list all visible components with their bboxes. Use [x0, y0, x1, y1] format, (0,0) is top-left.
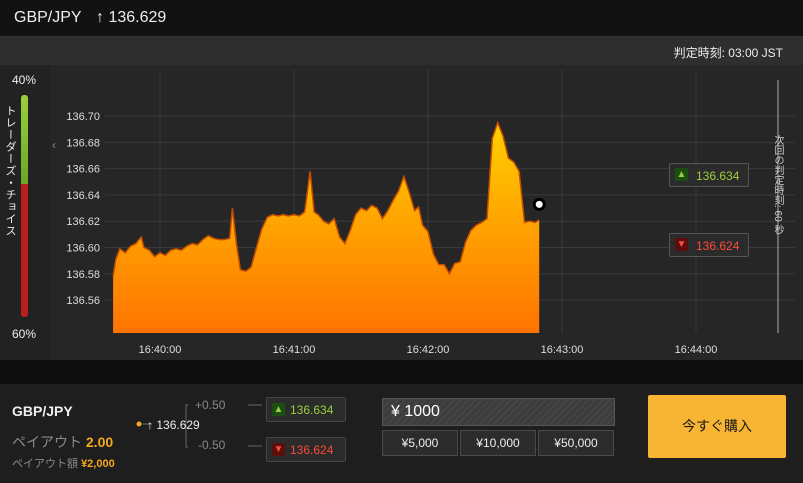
sentiment-top-pct: 40% — [12, 73, 37, 87]
y-tick-label: 136.70 — [66, 111, 100, 123]
current-price-marker — [532, 197, 546, 211]
asset-pair-title: GBP/JPY — [14, 9, 82, 26]
x-tick-label: 16:44:00 — [675, 344, 718, 356]
trade-asset-pair: GBP/JPY — [12, 403, 73, 419]
chart-call-button[interactable]: ▲ 136.634 — [669, 163, 749, 187]
arrow-down-icon: ▼ — [272, 443, 285, 456]
expiry-bar: 判定時刻: 03:00 JST — [0, 37, 803, 65]
sentiment-label: トレーダーズ・チョイス — [4, 105, 16, 237]
arrow-up-icon: ▲ — [675, 168, 688, 181]
buy-now-button[interactable]: 今すぐ購入 — [648, 395, 786, 458]
arrow-up-small-icon: ↑ — [147, 418, 157, 432]
arrow-down-icon: ▼ — [675, 238, 688, 251]
divider-strip — [0, 360, 803, 384]
traders-choice-panel: 40% トレーダーズ・チョイス 60% — [0, 65, 50, 360]
price-chart-panel: 136.70 136.68 136.66 136.64 136.62 136.60 136.… — [0, 65, 803, 360]
y-tick-label: 136.66 — [66, 164, 100, 176]
arrow-up-icon: ▲ — [272, 403, 285, 416]
payout-amount-label: ペイアウト額 — [12, 458, 78, 470]
chart-put-button[interactable]: ▼ 136.624 — [669, 233, 749, 257]
payout-value: 2.00 — [85, 434, 114, 450]
header-bar: GBP/JPY ↑ 136.629 — [0, 0, 803, 37]
x-tick-label: 16:42:00 — [407, 344, 450, 356]
chart-call-rate: 136.634 — [696, 169, 740, 183]
sentiment-bar — [21, 95, 28, 317]
x-tick-label: 16:43:00 — [541, 344, 584, 356]
y-tick-label: 136.56 — [66, 295, 100, 307]
x-tick-label: 16:40:00 — [139, 344, 182, 356]
payout-amount-info: ペイアウト額 ¥2,000 — [12, 455, 115, 471]
call-rate: 136.634 — [290, 403, 334, 417]
x-tick-label: 16:41:00 — [273, 344, 316, 356]
chart-put-rate: 136.624 — [696, 239, 740, 253]
next-expiry-label: 次回の判定時刻: 60 秒 — [772, 135, 783, 235]
y-tick-label: 136.68 — [66, 137, 100, 149]
preset-10000-button[interactable]: ¥10,000 — [460, 430, 536, 456]
y-tick-label: 136.64 — [66, 190, 100, 202]
preset-50000-button[interactable]: ¥50,000 — [538, 430, 614, 456]
preset-5000-button[interactable]: ¥5,000 — [382, 430, 458, 456]
payout-info: ペイアウト 2.00 — [12, 432, 113, 452]
call-button[interactable]: ▲ 136.634 — [266, 397, 346, 422]
y-tick-label: 136.62 — [66, 216, 100, 228]
investment-input[interactable]: ¥ 1000 — [382, 398, 615, 426]
sentiment-up-fill — [21, 95, 28, 184]
put-button[interactable]: ▼ 136.624 — [266, 437, 346, 462]
strike-rate-value: 136.629 — [156, 418, 200, 432]
offset-minus: -0.50 — [198, 438, 226, 452]
sentiment-bottom-pct: 60% — [12, 327, 37, 341]
payout-label: ペイアウト — [12, 434, 82, 450]
y-tick-label: 136.58 — [66, 269, 100, 281]
price-chart: 136.70 136.68 136.66 136.64 136.62 136.60 136.… — [60, 70, 795, 356]
y-tick-label: 136.60 — [66, 243, 100, 255]
put-rate: 136.624 — [290, 443, 334, 457]
strike-rate: ↑ 136.629 — [147, 418, 200, 432]
chevron-left-icon[interactable]: ‹ — [52, 138, 56, 152]
current-rate: ↑ 136.629 — [96, 9, 167, 26]
expiry-time: 判定時刻: 03:00 JST — [673, 46, 783, 60]
offset-plus: +0.50 — [195, 398, 226, 412]
payout-amount-value: ¥2,000 — [81, 458, 115, 470]
